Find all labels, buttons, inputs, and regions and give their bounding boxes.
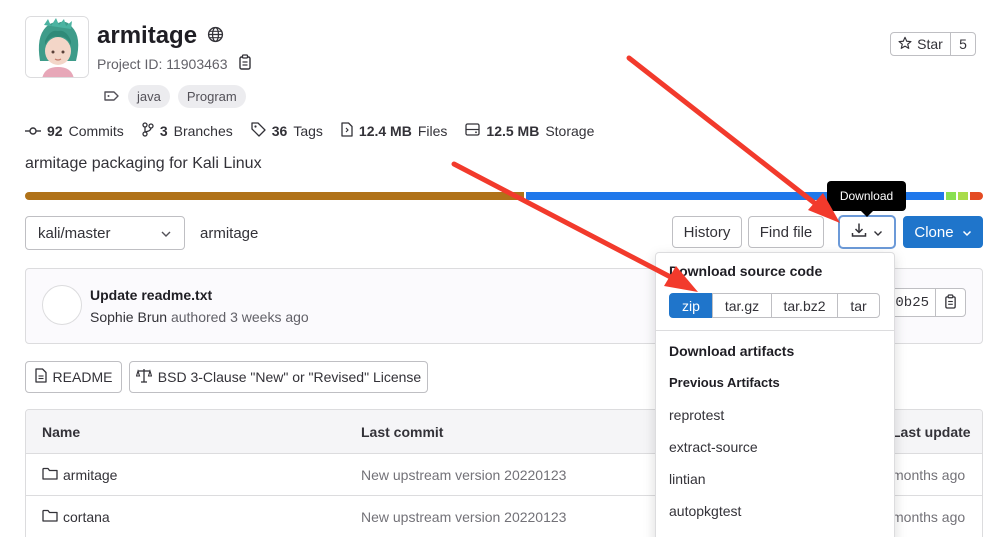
copy-sha-button[interactable] (935, 288, 966, 317)
stat-value: 3 (159, 123, 168, 139)
storage-icon (465, 123, 481, 139)
source-format-group: zip tar.gz tar.bz2 tar (669, 293, 880, 318)
branch-icon (142, 122, 154, 140)
document-icon (34, 368, 47, 386)
project-stats: 92 Commits 3 Branches 36 Tags 12.4 MB Files … (25, 122, 594, 140)
language-segment[interactable] (25, 192, 524, 200)
stat-value: 12.4 MB (358, 123, 412, 139)
file-last-commit[interactable]: New upstream version 20220123 (361, 496, 566, 537)
file-last-update: months ago (892, 466, 966, 483)
project-id-text: Project ID: 11903463 (97, 55, 228, 72)
stat-label: Commits (68, 123, 124, 139)
history-button[interactable]: History (672, 216, 742, 248)
download-zip-button[interactable]: zip (669, 293, 713, 318)
download-tar-button[interactable]: tar (837, 293, 880, 318)
language-segment[interactable] (958, 192, 968, 200)
language-segment[interactable] (969, 192, 983, 200)
folder-icon (42, 509, 58, 525)
clone-button[interactable]: Clone (903, 216, 983, 248)
star-icon (898, 36, 912, 53)
chevron-down-icon (962, 224, 972, 241)
stat-tags[interactable]: 36 Tags (251, 122, 323, 140)
stat-label: Files (417, 123, 448, 139)
annotation-arrow-line (626, 55, 829, 215)
column-header-name: Name (42, 423, 81, 440)
star-count[interactable]: 5 (951, 33, 975, 55)
project-title: armitage (97, 22, 224, 50)
column-header-last-update: Last update (892, 423, 971, 440)
file-name[interactable]: armitage (63, 467, 117, 483)
star-button[interactable]: Star 5 (890, 32, 976, 56)
project-id: Project ID: 11903463 (97, 54, 252, 73)
stat-value: 36 (271, 123, 288, 139)
stat-label: Branches (173, 123, 233, 139)
stat-commits[interactable]: 92 Commits (25, 122, 124, 140)
artifact-item[interactable]: lintian (669, 471, 706, 487)
download-source-header: Download source code (669, 263, 823, 279)
artifact-item[interactable]: extract-source (669, 439, 758, 455)
file-last-commit[interactable]: New upstream version 20220123 (361, 454, 566, 495)
license-button[interactable]: BSD 3-Clause "New" or "Revised" License (129, 361, 428, 393)
download-dropdown: Download source code zip tar.gz tar.bz2 … (655, 252, 895, 537)
stat-label: Storage (545, 123, 595, 139)
license-label: BSD 3-Clause "New" or "Revised" License (157, 369, 422, 385)
stat-value: 12.5 MB (486, 123, 540, 139)
commit-meta: Sophie Brun authored 3 weeks ago (90, 309, 309, 325)
project-description: armitage packaging for Kali Linux (25, 155, 262, 172)
copy-icon[interactable] (238, 54, 252, 73)
label-icon (104, 89, 120, 105)
topic-list: java Program (104, 85, 246, 108)
branch-name: kali/master (38, 224, 111, 242)
clone-label: Clone (914, 223, 954, 241)
download-artifacts-header: Download artifacts (669, 343, 795, 359)
chevron-down-icon (873, 224, 883, 241)
file-name[interactable]: cortana (63, 509, 110, 525)
language-segment[interactable] (945, 192, 957, 200)
stat-value: 92 (47, 123, 63, 139)
author-avatar[interactable] (42, 285, 82, 325)
copy-icon (944, 293, 957, 312)
readme-button[interactable]: README (25, 361, 122, 393)
column-header-last-commit: Last commit (361, 423, 444, 440)
breadcrumb[interactable]: armitage (200, 225, 258, 242)
download-tar-bz2-button[interactable]: tar.bz2 (771, 293, 838, 318)
topic-badge[interactable]: java (128, 85, 170, 108)
divider (656, 330, 894, 331)
download-tar-gz-button[interactable]: tar.gz (712, 293, 772, 318)
commit-title[interactable]: Update readme.txt (90, 287, 212, 303)
tag-icon (251, 122, 266, 140)
globe-icon (207, 22, 224, 50)
star-label-wrap[interactable]: Star (891, 33, 951, 55)
project-avatar (25, 16, 89, 78)
artifact-item[interactable]: autopkgtest (669, 503, 741, 519)
file-name-cell[interactable]: armitage (42, 454, 117, 495)
download-tooltip: Download (827, 181, 906, 217)
file-last-update: months ago (892, 508, 966, 525)
stat-label: Tags (293, 123, 323, 139)
stat-branches[interactable]: 3 Branches (142, 122, 233, 140)
chevron-down-icon (160, 225, 172, 242)
folder-icon (42, 467, 58, 483)
artifact-item[interactable]: reprotest (669, 407, 724, 423)
stat-files[interactable]: 12.4 MB Files (341, 122, 447, 140)
branch-selector[interactable]: kali/master (25, 216, 185, 250)
project-name[interactable]: armitage (97, 22, 197, 50)
file-name-cell[interactable]: cortana (42, 496, 110, 537)
scale-icon (135, 368, 153, 386)
star-label: Star (917, 36, 943, 52)
find-file-button[interactable]: Find file (748, 216, 824, 248)
readme-label: README (52, 369, 113, 385)
commit-author[interactable]: Sophie Brun (90, 309, 167, 325)
previous-artifacts-header: Previous Artifacts (669, 375, 780, 390)
commit-icon (25, 123, 41, 139)
download-button[interactable] (838, 215, 896, 249)
annotation-arrow-line (451, 161, 685, 286)
stat-storage[interactable]: 12.5 MB Storage (465, 122, 594, 140)
file-icon (341, 122, 353, 140)
commit-time: authored 3 weeks ago (170, 309, 309, 325)
topic-badge[interactable]: Program (177, 85, 246, 108)
download-icon (851, 222, 867, 242)
